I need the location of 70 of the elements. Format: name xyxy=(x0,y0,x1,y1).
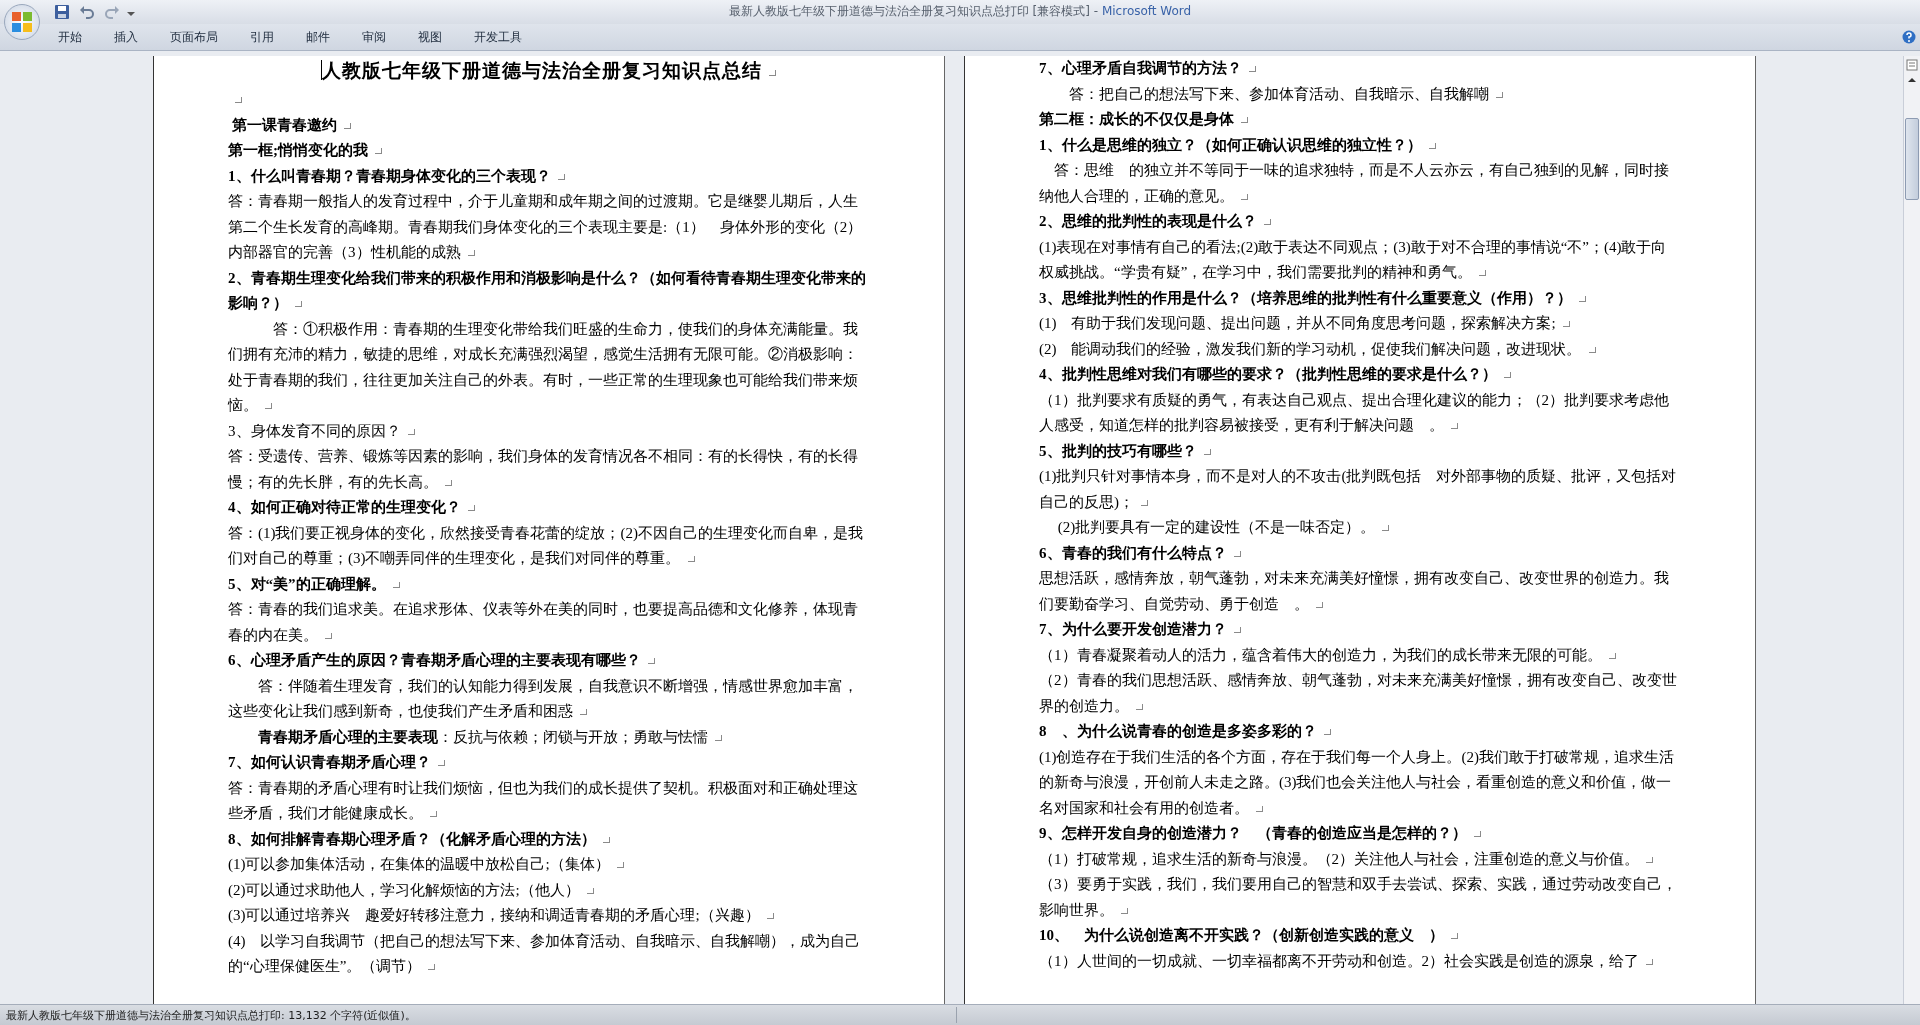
answer-paragraph: 答：(1)我们要正视身体的变化，欣然接受青春花蕾的绽放；(2)不因自己的生理变化而自卑，是我们对自己的尊重；(3)不嘲弄同伴的生理变化，是我们对同伴的尊重。 xyxy=(228,524,863,566)
answer-paragraph: 答：思维 的独立并不等同于一味的追求独特，而是不人云亦云，有自己独到的见解，同时接纳他人合理的，正确的意见。 xyxy=(1039,162,1669,204)
answer-paragraph: (1) 有助于我们发现问题、提出问题，并从不同角度思考问题，探索解决方案; xyxy=(1039,315,1556,331)
status-text: 最新人教版七年级下册道德与法治全册复习知识点总打印: 13,132 个字符(近似值)。 xyxy=(5,1007,417,1023)
office-button[interactable] xyxy=(4,4,40,40)
question-heading: 3、思维批判性的作用是什么？（培养思维的批判性有什么重要意义（作用）？） xyxy=(1039,289,1572,306)
answer-paragraph: (2)批判要具有一定的建设性（不是一味否定）。 xyxy=(1056,519,1376,535)
question-heading: 6、青春的我们有什么特点？ xyxy=(1039,544,1227,561)
ribbon-tab[interactable]: 视图 xyxy=(404,24,456,50)
redo-icon[interactable] xyxy=(104,4,120,20)
question-heading: 2、青春期生理变化给我们带来的积极作用和消极影响是什么？（如何看待青春期生理变化带来的影响？） xyxy=(228,269,866,311)
ribbon-tab[interactable]: 插入 xyxy=(100,24,152,50)
answer-paragraph: 答：把自己的想法写下来、参加体育活动、自我暗示、自我解嘲 xyxy=(1068,85,1489,102)
question-heading: 4、如何正确对待正常的生理变化？ xyxy=(228,499,461,515)
help-icon[interactable] xyxy=(1902,30,1916,44)
vertical-scrollbar[interactable] xyxy=(1903,56,1920,1004)
question-heading: 7、心理矛盾自我调节的方法？ xyxy=(1039,60,1242,76)
window-title: 最新人教版七年级下册道德与法治全册复习知识点总打印 [兼容模式] - Microsoft Word xyxy=(728,3,1192,20)
answer-paragraph: （1）人世间的一切成就、一切幸福都离不开劳动和创造。2）社会实践是创造的源泉，给了 xyxy=(1039,952,1639,969)
question-heading: 4、批判性思维对我们有哪些的要求？（批判性思维的要求是什么？） xyxy=(1039,366,1497,382)
ribbon-tab[interactable]: 引用 xyxy=(236,24,288,50)
answer-paragraph: （2）青春的我们思想活跃、感情奔放、朝气蓬勃，对未来充满美好憧憬，拥有改变自己、改变世界的创造力。 xyxy=(1039,672,1677,714)
question-heading: 7、如何认识青春期矛盾心理？ xyxy=(228,754,431,770)
question-heading: 5、批判的技巧有哪些？ xyxy=(1039,442,1197,459)
question-heading: 2、思维的批判性的表现是什么？ xyxy=(1039,213,1257,229)
answer-paragraph: (2)可以通过求助他人，学习化解烦恼的方法;（他人） xyxy=(228,881,580,898)
answer-paragraph: 答：受遗传、营养、锻炼等因素的影响，我们身体的发育情况各不相同：有的长得快，有的长得慢；有的先长胖，有的先长高。 xyxy=(228,448,858,490)
answer-paragraph: (4) 以学习自我调节（把自己的想法写下来、参加体育活动、自我暗示、自我解嘲），成为自己的“心理保健医生”。（调节） xyxy=(228,932,861,974)
ribbon-tab[interactable]: 邮件 xyxy=(292,24,344,50)
answer-paragraph: 答：伴随着生理发育，我们的认知能力得到发展，自我意识不断增强，情感世界愈加丰富，这些变化让我们感到新奇，也使我们产生矛盾和困惑 xyxy=(228,677,858,719)
answer-paragraph: (2) 能调动我们的经验，激发我们新的学习动机，促使我们解决问题，改进现状。 xyxy=(1039,340,1582,357)
question-heading: 第二框：成长的不仅仅是身体 xyxy=(1039,111,1234,127)
logo xyxy=(9,9,35,35)
answer-paragraph: 答：青春期一般指人的发育过程中，介于儿童期和成年期之间的过渡期。它是继婴儿期后，人生第二个生长发育的高峰期。青春期我们身体变化的三个表现主要是:（1） 身体外形的变化（2）内部器官的完善（3）性机能的成熟 xyxy=(228,193,863,260)
question-heading: 1、什么叫青春期？青春期身体变化的三个表现？ xyxy=(228,167,551,184)
question-heading: 7、为什么要开发创造潜力？ xyxy=(1039,621,1227,637)
text-cursor xyxy=(320,60,322,80)
answer-paragraph: （1）青春凝聚着动人的活力，蕴含着伟大的创造力，为我们的成长带来无限的可能。 xyxy=(1039,646,1602,663)
ribbon-tab[interactable]: 审阅 xyxy=(348,24,400,50)
answer-paragraph: (1)表现在对事情有自己的看法;(2)敢于表达不同观点；(3)敢于对不合理的事情说“不”；(4)敢于向权威挑战。“学贵有疑”，在学习中，我们需要批判的精神和勇气。 xyxy=(1039,238,1667,280)
answer-paragraph: （1）打破常规，追求生活的新奇与浪漫。（2）关注他人与社会，注重创造的意义与价值。 xyxy=(1039,850,1639,867)
question-heading: 第一课青春邀约 xyxy=(230,116,337,133)
question-heading: 8 、为什么说青春的创造是多姿多彩的？ xyxy=(1039,723,1317,739)
scroll-thumb[interactable] xyxy=(1905,118,1919,200)
answer-paragraph: （1）批判要求有质疑的勇气，有表达自己观点、提出合理化建议的能力；（2）批判要求考虑他人感受，知道怎样的批判容易被接受，更有利于解决问题 。 xyxy=(1039,391,1669,433)
answer-paragraph: 3、身体发育不同的原因？ xyxy=(228,422,401,439)
answer-paragraph: (3)可以通过培养兴 趣爱好转移注意力，接纳和调适青春期的矛盾心理;（兴趣） xyxy=(228,907,760,923)
ruler-toggle-icon[interactable] xyxy=(1905,58,1919,72)
question-heading: 10、 为什么说创造离不开实践？（创新创造实践的意义 ） xyxy=(1039,927,1444,943)
answer-paragraph: (1)可以参加集体活动，在集体的温暖中放松自己;（集体） xyxy=(228,856,610,872)
question-heading: 9、怎样开发自身的创造潜力？ （青春的创造应当是怎样的？） xyxy=(1039,825,1467,841)
answer-paragraph: 答：青春期的矛盾心理有时让我们烦恼，但也为我们的成长提供了契机。积极面对和正确处理这些矛盾，我们才能健康成长。 xyxy=(228,779,858,821)
question-heading: 5、对“美”的正确理解。 xyxy=(228,575,386,592)
ribbon-tab[interactable]: 页面布局 xyxy=(156,24,232,50)
answer-paragraph: 青春期矛盾心理的主要表现：反抗与依赖；闭锁与开放；勇敢与怯懦 xyxy=(257,728,708,745)
document-title: 人教版七年级下册道德与法治全册复习知识点总结 xyxy=(321,60,762,81)
answer-paragraph: (1)批判只针对事情本身，而不是对人的不攻击(批判既包括 对外部事物的质疑、批评，又包括对自己的反思)； xyxy=(1039,468,1677,510)
answer-paragraph: 答：①积极作用：青春期的生理变化带给我们旺盛的生命力，使我们的身体充满能量。我们拥有充沛的精力，敏捷的思维，对成长充满强烈渴望，感觉生活拥有无限可能。②消极影响：处于青春期的我们，往往更加关注自己的外表。有时，一些正常的生理现象也可能给我们带来烦恼。 xyxy=(228,320,858,413)
ribbon-tab[interactable]: 开发工具 xyxy=(460,24,536,50)
question-heading: 6、心理矛盾产生的原因？青春期矛盾心理的主要表现有哪些？ xyxy=(228,652,641,668)
ribbon-tab[interactable]: 开始 xyxy=(44,24,96,50)
question-heading: 8、如何排解青春期心理矛盾？（化解矛盾心理的方法） xyxy=(228,830,596,847)
undo-icon[interactable] xyxy=(79,4,95,20)
question-heading: 1、什么是思维的独立？（如何正确认识思维的独立性？） xyxy=(1039,136,1422,153)
answer-paragraph: (1)创造存在于我们生活的各个方面，存在于我们每一个人身上。(2)我们敢于打破常规，追求生活的新奇与浪漫，开创前人未走之路。(3)我们也会关注他人与社会，看重创造的意义和价值，做一名对国家和社会有用的创造者。 xyxy=(1039,748,1674,816)
answer-paragraph: （3）要勇于实践，我们，我们要用自己的智慧和双手去尝试、探索、实践，通过劳动改变自己，影响世界。 xyxy=(1039,876,1677,918)
question-heading: 第一框;悄悄变化的我 xyxy=(228,142,368,158)
save-icon[interactable] xyxy=(54,4,70,20)
answer-paragraph: 思想活跃，感情奔放，朝气蓬勃，对未来充满美好憧憬，拥有改变自己、改变世界的创造力。我们要勤奋学习、自觉劳动、勇于创造 。 xyxy=(1039,570,1669,612)
answer-paragraph: 答：青春的我们追求美。在追求形体、仪表等外在美的同时，也要提高品德和文化修养，体现青春的内在美。 xyxy=(228,601,858,643)
